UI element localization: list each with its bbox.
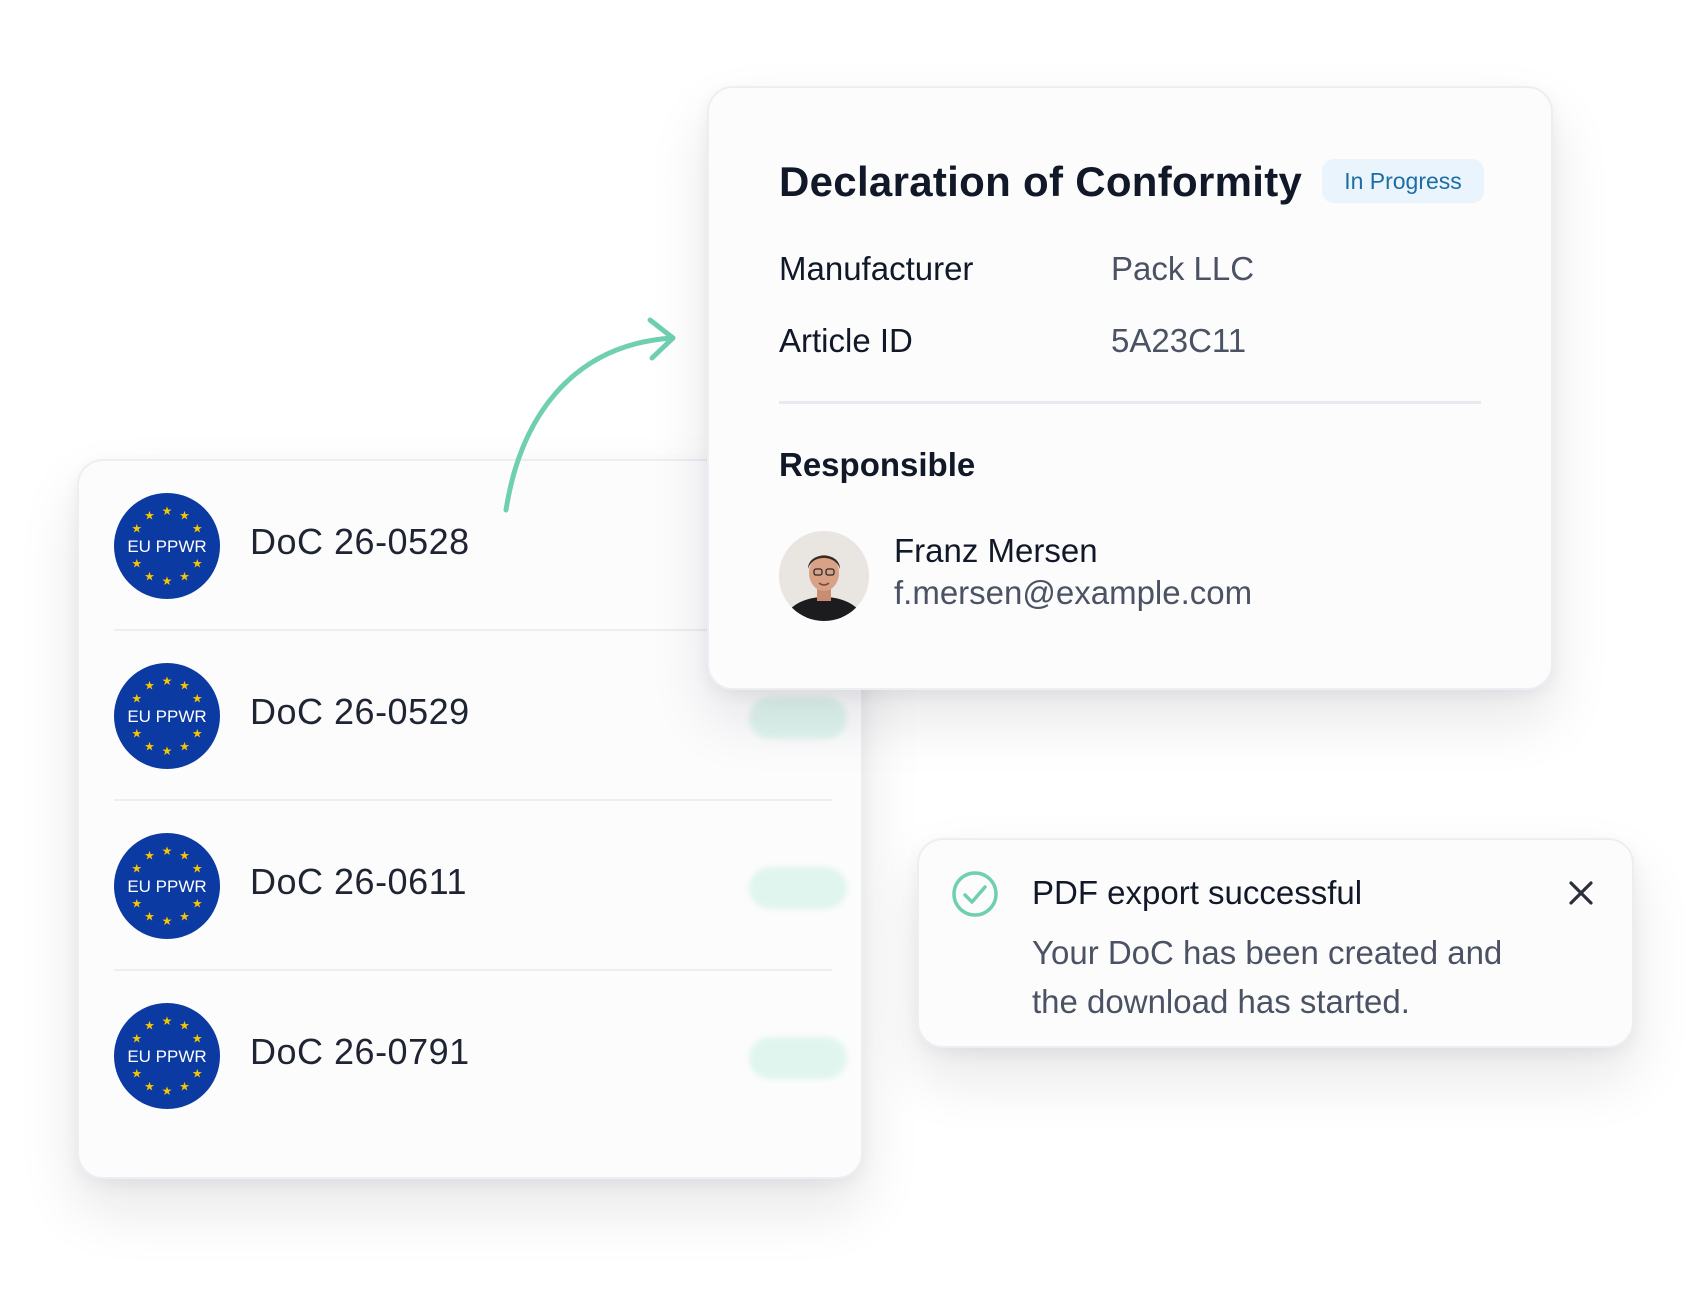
- svg-text:★: ★: [131, 727, 142, 741]
- page-title: Declaration of Conformity: [779, 158, 1303, 205]
- status-pill: [749, 1037, 847, 1079]
- svg-text:★: ★: [162, 914, 173, 928]
- svg-text:★: ★: [144, 909, 155, 923]
- badge-text: EU PPWR: [127, 707, 206, 726]
- responsible-name: Franz Mersen: [894, 532, 1098, 569]
- svg-text:★: ★: [144, 679, 155, 693]
- svg-text:★: ★: [162, 744, 173, 758]
- toast-title: PDF export successful: [1032, 874, 1363, 911]
- badge-text: EU PPWR: [127, 1047, 206, 1066]
- svg-text:★: ★: [131, 692, 142, 706]
- svg-text:★: ★: [131, 862, 142, 876]
- svg-text:★: ★: [162, 1014, 173, 1028]
- article-id-value: 5A23C11: [1111, 322, 1247, 359]
- svg-text:★: ★: [162, 1084, 173, 1098]
- responsible-email: f.mersen@example.com: [894, 574, 1253, 611]
- svg-text:★: ★: [179, 1079, 190, 1093]
- eu-ppwr-badge-icon: ★ ★ ★ ★ ★ ★ ★ ★ ★ ★ EU PPWR: [114, 833, 220, 939]
- eu-ppwr-badge-icon: ★ ★ ★ ★ ★ ★ ★ ★ ★ ★ EU PPWR: [114, 663, 220, 769]
- declaration-card: Declaration of Conformity In Progress Ma…: [707, 86, 1553, 690]
- doc-label: DoC 26-0791: [250, 1031, 470, 1072]
- svg-text:★: ★: [131, 557, 142, 571]
- curved-arrow-icon: [503, 317, 676, 513]
- svg-text:★: ★: [179, 569, 190, 583]
- svg-text:★: ★: [162, 844, 173, 858]
- manufacturer-value: Pack LLC: [1111, 250, 1255, 287]
- status-badge: In Progress: [1322, 159, 1484, 203]
- doc-list-item[interactable]: ★ ★ ★ ★ ★ ★ ★ ★ ★ ★ EU PPWR DoC 26-0611: [114, 801, 847, 971]
- svg-text:★: ★: [192, 1032, 203, 1046]
- svg-text:★: ★: [179, 909, 190, 923]
- svg-text:★: ★: [131, 1032, 142, 1046]
- doc-label: DoC 26-0529: [250, 691, 470, 732]
- svg-text:★: ★: [179, 739, 190, 753]
- svg-text:★: ★: [192, 897, 203, 911]
- svg-text:★: ★: [192, 862, 203, 876]
- status-pill: [749, 867, 847, 909]
- badge-text: EU PPWR: [127, 877, 206, 896]
- eu-ppwr-badge-icon: ★ ★ ★ ★ ★ ★ ★ ★ ★ ★ EU PPWR: [114, 1003, 220, 1109]
- svg-text:★: ★: [131, 1067, 142, 1081]
- doc-list-item[interactable]: ★ ★ ★ ★ ★ ★ ★ ★ ★ ★ EU PPWR DoC 26-0791: [114, 971, 847, 1141]
- svg-text:★: ★: [144, 1019, 155, 1033]
- svg-text:★: ★: [144, 849, 155, 863]
- toast-notification: PDF export successful Your DoC has been …: [917, 838, 1634, 1048]
- svg-text:★: ★: [192, 522, 203, 536]
- close-icon[interactable]: [1566, 878, 1596, 908]
- svg-text:★: ★: [179, 1019, 190, 1033]
- toast-message: Your DoC has been created and the downlo…: [1032, 934, 1503, 1020]
- svg-text:★: ★: [144, 1079, 155, 1093]
- svg-text:★: ★: [179, 849, 190, 863]
- badge-text: EU PPWR: [127, 537, 206, 556]
- svg-text:★: ★: [162, 674, 173, 688]
- article-id-label: Article ID: [779, 322, 913, 359]
- doc-label: DoC 26-0611: [250, 861, 467, 902]
- avatar: [779, 531, 869, 621]
- manufacturer-label: Manufacturer: [779, 250, 974, 287]
- svg-text:★: ★: [192, 727, 203, 741]
- svg-text:★: ★: [192, 557, 203, 571]
- svg-text:★: ★: [144, 739, 155, 753]
- svg-text:★: ★: [179, 679, 190, 693]
- svg-text:★: ★: [162, 504, 173, 518]
- svg-text:★: ★: [144, 569, 155, 583]
- doc-label: DoC 26-0528: [250, 521, 470, 562]
- section-divider: [779, 401, 1481, 404]
- responsible-heading: Responsible: [779, 446, 976, 483]
- svg-text:★: ★: [131, 522, 142, 536]
- svg-text:★: ★: [192, 692, 203, 706]
- svg-text:★: ★: [162, 574, 173, 588]
- status-pill: [749, 697, 847, 739]
- svg-text:★: ★: [192, 1067, 203, 1081]
- svg-text:★: ★: [131, 897, 142, 911]
- check-circle-icon: [952, 871, 998, 917]
- svg-text:★: ★: [179, 509, 190, 523]
- svg-text:★: ★: [144, 509, 155, 523]
- eu-ppwr-badge-icon: ★ ★ ★ ★ ★ ★ ★ ★ ★ ★ EU PPWR: [114, 493, 220, 599]
